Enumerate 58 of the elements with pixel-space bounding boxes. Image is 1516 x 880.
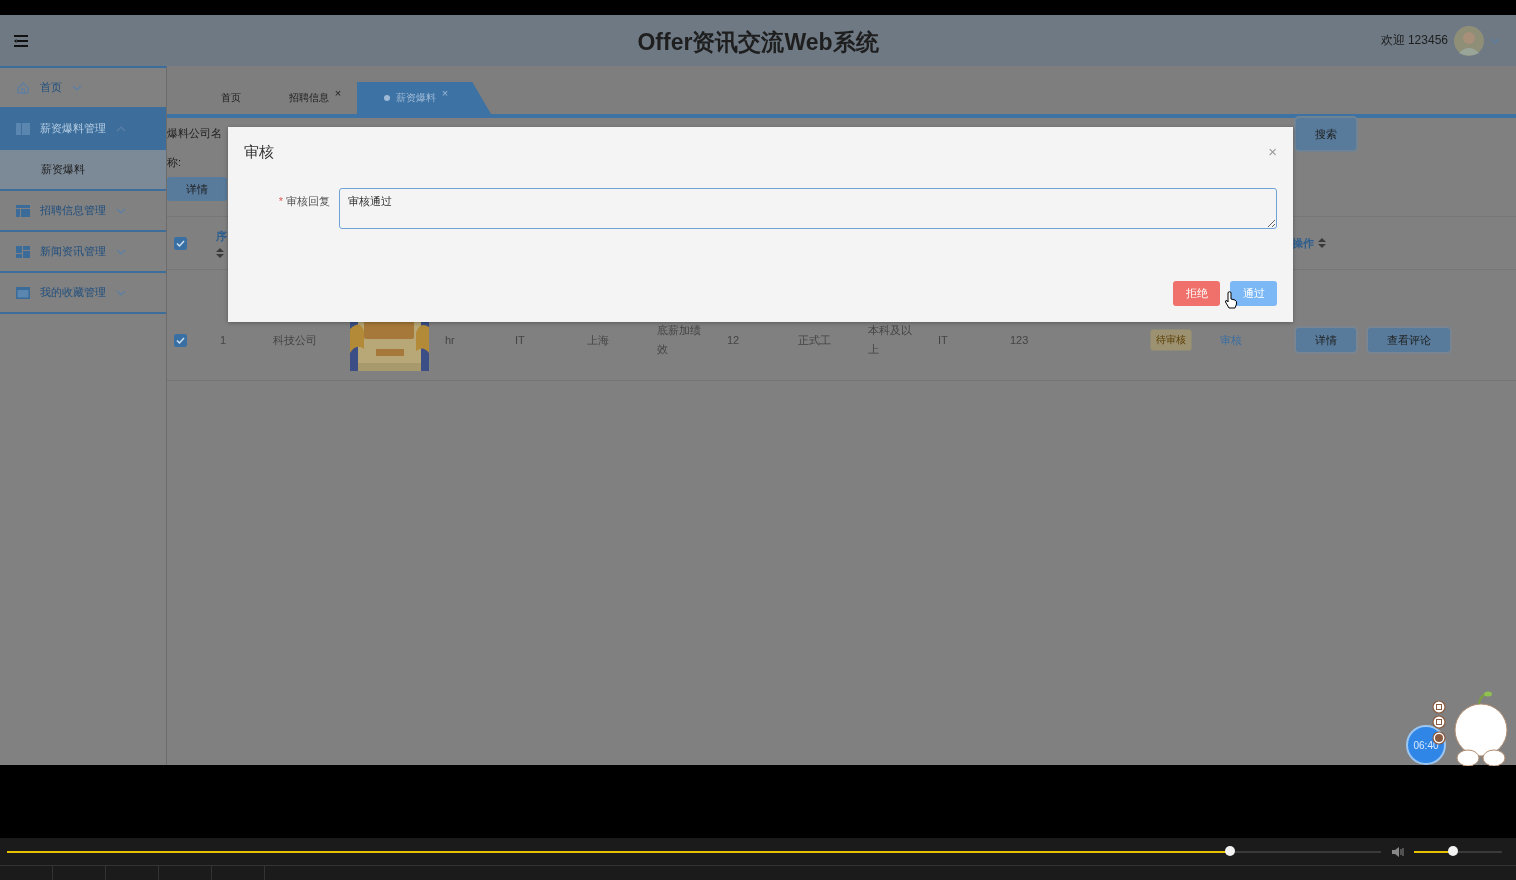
tab[interactable]: 首页 [189, 82, 273, 114]
status-badge: 待审核 [1150, 329, 1192, 351]
table-cell-text: 1 [220, 334, 228, 346]
submenu-item[interactable]: 薪资爆料 [0, 150, 166, 191]
table-cell-text: 123 [1010, 334, 1030, 346]
filter-label: 爆料公司名 [167, 125, 222, 141]
approve-button[interactable]: 通过 [1230, 281, 1277, 306]
sidebar-item[interactable]: 薪资爆料管理 [0, 109, 166, 150]
slider-thumb[interactable] [1224, 845, 1235, 856]
dot-icon [383, 95, 390, 101]
menu-label: 首页 [40, 80, 62, 95]
round-icon [1432, 700, 1446, 714]
reply-field[interactable]: 审核通过 [339, 188, 1277, 229]
filter-label: 称: [167, 154, 182, 170]
menu-icon[interactable] [14, 34, 28, 47]
sidebar-item[interactable]: 我的收藏管理 [0, 273, 166, 314]
menu-label: 薪资爆料管理 [40, 121, 106, 136]
table-cell-text: IT [515, 334, 526, 346]
hand-cursor-icon [1224, 291, 1238, 309]
menu-label: 我的收藏管理 [40, 285, 106, 300]
table-cell-text: 12 [727, 334, 741, 346]
dialog-title: 审核 [244, 143, 274, 162]
tab[interactable]: 薪资爆料 × [357, 82, 491, 114]
table-icon [16, 203, 30, 218]
tab[interactable]: 招聘信息 × [273, 82, 357, 114]
column-header[interactable]: 操作 [1292, 235, 1314, 251]
card-icon [16, 285, 30, 300]
menu-label: 新闻资讯管理 [40, 244, 106, 259]
close-icon[interactable]: × [441, 87, 449, 99]
menu-label: 招聘信息管理 [40, 203, 106, 218]
tab-label: 首页 [221, 91, 241, 105]
checkbox[interactable] [174, 333, 187, 347]
reject-button[interactable]: 拒绝 [1173, 281, 1220, 306]
volume-icon[interactable] [1392, 845, 1406, 858]
panel-icon [16, 121, 30, 136]
search-button[interactable]: 搜索 [1296, 118, 1356, 150]
round-icon [1432, 715, 1446, 729]
chevron-icon [1490, 37, 1500, 44]
home-icon [16, 80, 30, 95]
table-cell-text: hr [445, 334, 456, 346]
comments-button[interactable]: 查看评论 [1368, 328, 1450, 352]
slider-thumb[interactable] [1447, 845, 1458, 856]
detail-button[interactable]: 详情 [1296, 328, 1356, 352]
field-label: 审核回复 [286, 195, 330, 207]
table-cell-text: IT [938, 334, 949, 346]
detail-button[interactable]: 详情 [167, 177, 227, 201]
sidebar-item[interactable]: 招聘信息管理 [0, 191, 166, 232]
close-icon[interactable]: × [334, 87, 342, 99]
column-header[interactable]: 序 [216, 228, 227, 244]
welcome-text: 欢迎 123456 [1380, 32, 1448, 49]
checkbox[interactable] [174, 236, 187, 250]
required-mark: * [278, 195, 283, 207]
close-icon[interactable]: × [1268, 143, 1277, 160]
sidebar-item[interactable]: 新闻资讯管理 [0, 232, 166, 273]
tab-label: 招聘信息 [288, 91, 329, 105]
app-title: Offer资讯交流Web系统 [637, 29, 879, 55]
tab-label: 薪资爆料 [395, 91, 436, 105]
dashboard-icon [16, 244, 30, 259]
